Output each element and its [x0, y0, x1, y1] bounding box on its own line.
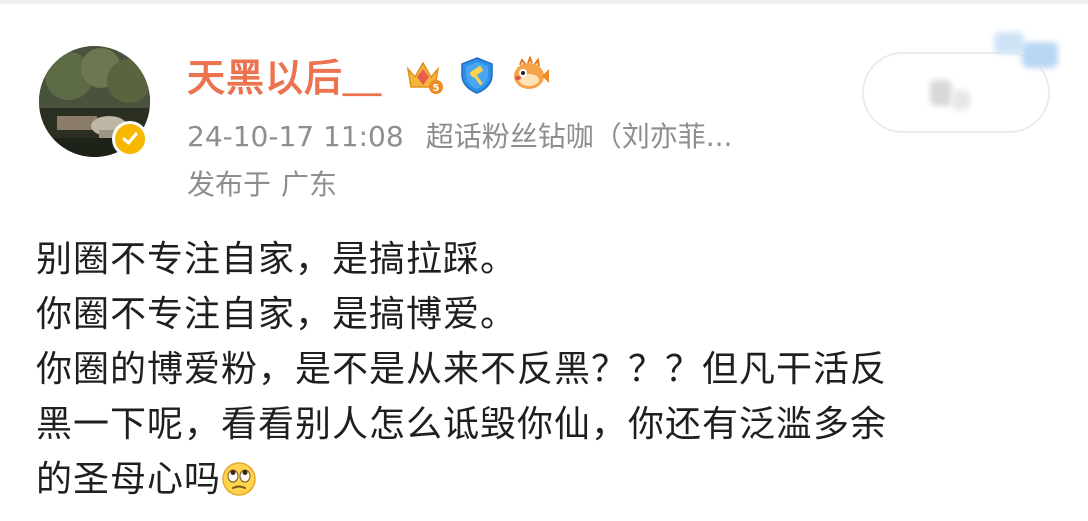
crown-level-5-icon[interactable]: 5 — [403, 55, 443, 95]
post-source[interactable]: 超话粉丝钻咖（刘亦菲... — [426, 120, 733, 153]
pufferfish-icon[interactable] — [510, 55, 550, 95]
svg-text:5: 5 — [433, 83, 440, 94]
eye-roll-emoji — [221, 458, 257, 496]
follow-button[interactable] — [862, 32, 1058, 133]
post-line: 别圈不专注自家，是搞拉踩。 — [36, 239, 518, 280]
post-line: 你圈的博爱粉，是不是从来不反黑？？？但凡干活反 — [36, 349, 888, 390]
author-name[interactable]: 天黑以后＿ — [187, 54, 382, 102]
post-location: 发布于 广东 — [187, 167, 337, 203]
post-timestamp: 24-10-17 11:08 — [187, 120, 404, 153]
post-line: 的圣母心吗 — [36, 459, 222, 500]
top-divider — [0, 0, 1088, 4]
post-content: 别圈不专注自家，是搞拉踩。 你圈不专注自家，是搞博爱。 你圈的博爱粉，是不是从来… — [36, 232, 1046, 507]
verified-icon — [112, 121, 148, 157]
location-prefix: 发布于 — [187, 168, 272, 201]
location-name: 广东 — [281, 168, 338, 201]
shield-hammer-icon[interactable] — [457, 55, 497, 95]
post-line: 你圈不专注自家，是搞博爱。 — [36, 294, 518, 335]
post-meta: 24-10-17 11:08 超话粉丝钻咖（刘亦菲... — [187, 119, 754, 155]
post-line: 黑一下呢，看看别人怎么诋毁你仙，你还有泛滥多余 — [36, 404, 888, 445]
post-line-last: 的圣母心吗 — [36, 452, 1046, 507]
